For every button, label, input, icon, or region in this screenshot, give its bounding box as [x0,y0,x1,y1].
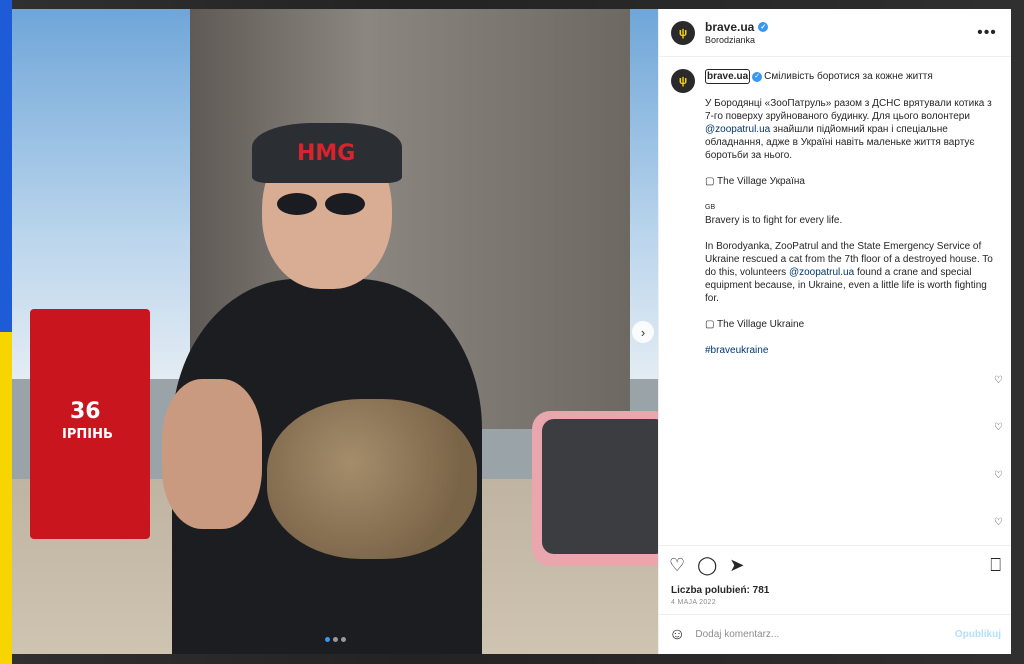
gb-flag: GB [705,204,716,211]
phone [532,411,658,566]
rescued-cat [267,399,477,559]
comment-input[interactable] [695,629,945,640]
chevron-right-icon: › [640,324,646,340]
heart-icon[interactable]: ♡ [994,470,1003,481]
comments-area[interactable]: ψ brave.ua ✓ Сміливість боротися за кожн… [659,57,1011,545]
carousel-dot [333,637,338,642]
heart-icon[interactable]: ♡ [669,555,685,576]
post-username[interactable]: brave.ua [705,20,754,34]
post-actions: ♡ ◯ ➤ ⎕ [659,545,1011,585]
verified-icon: ✓ [758,22,769,32]
caption-title: Сміливість боротися за кожне життя [764,71,933,82]
mention-link[interactable]: @zoopatrul.ua [705,124,770,135]
carousel-dot [325,637,330,642]
bookmark-icon[interactable]: ⎕ [990,555,1001,576]
carousel-dots [325,637,346,642]
post-header: ψ brave.ua ✓ Borodzianka ••• [659,9,1011,57]
caption-en-paragraph: In Borodyanka, ZooPatrul and the State E… [705,241,993,304]
caption-username[interactable]: brave.ua [705,69,751,84]
carousel-dot [341,637,346,642]
post-sidebar: ψ brave.ua ✓ Borodzianka ••• ψ brave.ua … [658,9,1011,654]
verified-icon: ✓ [752,71,763,82]
mention-link[interactable]: @zoopatrul.ua [789,267,854,278]
post-media[interactable]: 36 ІРПІНЬ HMG › [12,9,658,654]
trident-icon[interactable]: ψ [671,20,695,45]
comment-icon[interactable]: ◯ [697,555,717,576]
sunglasses [277,193,377,215]
heart-icon[interactable]: ♡ [994,422,1003,433]
photo-scene: 36 ІРПІНЬ HMG [12,9,658,654]
caption-en-title: Bravery is to fight for every life. [705,215,843,226]
caption-uk-source: ▢ The Village Україна [705,176,805,187]
hashtag-link[interactable]: #braveukraine [705,345,768,356]
rescuer: HMG [162,123,482,654]
publish-button[interactable]: Opublikuj [955,629,1001,640]
truck-number: 36 [70,399,101,424]
caption: ψ brave.ua ✓ Сміливість боротися за кожн… [671,69,999,357]
caption-en-source: ▢ The Village Ukraine [705,319,805,330]
heart-icon[interactable]: ♡ [994,375,1003,386]
cap-logo: HMG [297,141,356,166]
ukraine-flag-strip [0,0,12,664]
emoji-icon[interactable]: ☺ [669,626,685,644]
comment-form: ☺ Opublikuj [659,614,1011,654]
truck-city: ІРПІНЬ [62,427,113,442]
more-horizontal-icon[interactable]: ••• [975,24,999,42]
heart-icon[interactable]: ♡ [994,517,1003,528]
carousel-next-button[interactable]: › [632,321,654,343]
caption-uk-paragraph: У Бородянці «ЗооПатруль» разом з ДСНС вр… [705,98,992,161]
post-location[interactable]: Borodzianka [705,35,975,45]
post-date[interactable]: 4 MAJA 2022 [659,596,1011,614]
send-icon[interactable]: ➤ [729,555,744,576]
fire-truck: 36 ІРПІНЬ [30,309,150,539]
trident-icon[interactable]: ψ [671,69,695,93]
likes-count[interactable]: Liczba polubień: 781 [659,585,1011,596]
post-modal: 36 ІРПІНЬ HMG › ψ brave.ua ✓ Borodzianka… [12,9,1011,654]
